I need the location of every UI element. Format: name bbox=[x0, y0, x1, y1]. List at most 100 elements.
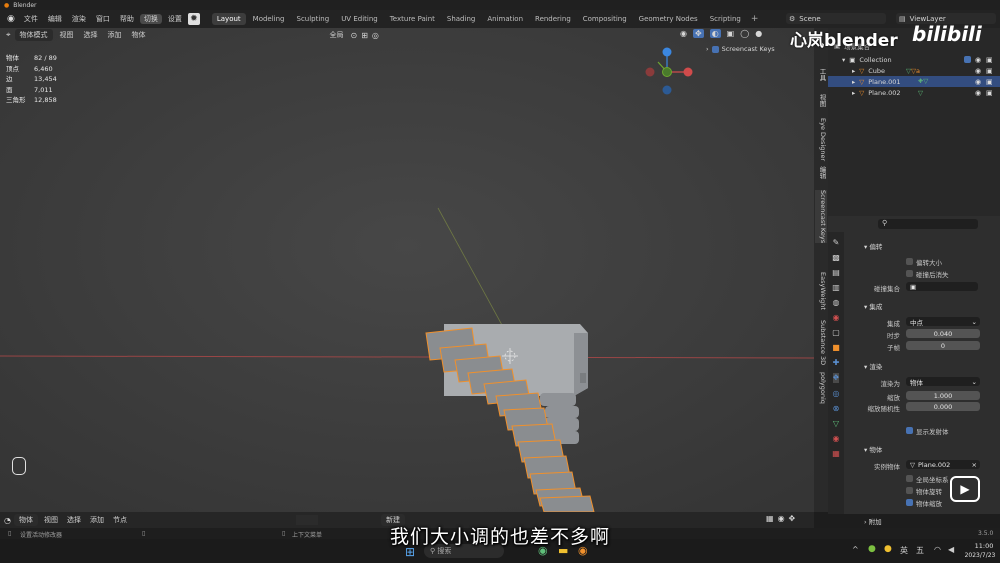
collision-collection-field[interactable]: ▣ bbox=[906, 282, 978, 291]
tab-geometry-nodes[interactable]: Geometry Nodes bbox=[634, 13, 703, 25]
particles-tab-icon[interactable]: ⛖ bbox=[832, 373, 840, 383]
blender-menu-icon[interactable]: ◉ bbox=[4, 14, 18, 24]
tab-uv-editing[interactable]: UV Editing bbox=[336, 13, 383, 25]
eye-icon[interactable]: ◉ bbox=[975, 89, 981, 97]
channel-watermark: 心岚blender bbox=[790, 31, 898, 51]
object-tab-icon[interactable]: ■ bbox=[832, 343, 840, 352]
xray-icon[interactable]: ▣ bbox=[727, 29, 735, 38]
stat-label: 顶点 bbox=[6, 64, 19, 73]
render-as-dropdown[interactable]: 物体 ⌄ bbox=[906, 377, 980, 387]
physics-tab-icon[interactable]: ◎ bbox=[833, 389, 840, 398]
tab-shading[interactable]: Shading bbox=[442, 13, 480, 25]
show-emitter-checkbox[interactable] bbox=[906, 427, 913, 434]
snap-icon[interactable]: ⊞ bbox=[361, 31, 368, 40]
collection-exclude-checkbox[interactable] bbox=[964, 56, 971, 63]
data-tab-icon[interactable]: ▽ bbox=[833, 419, 839, 428]
tab-layout[interactable]: Layout bbox=[211, 13, 246, 25]
texture-tab-icon[interactable]: ▦ bbox=[832, 449, 840, 458]
gear-icon[interactable]: ✹ bbox=[187, 13, 200, 25]
eye-icon[interactable]: ◉ bbox=[975, 78, 981, 86]
outliner-item-plane-001[interactable]: ▸ ▽ Plane.001 ⛖▽ ◉ ▣ bbox=[828, 76, 1000, 87]
mode-dropdown[interactable]: 物体模式 bbox=[14, 29, 53, 41]
tab-sculpting[interactable]: Sculpting bbox=[292, 13, 335, 25]
menu-render[interactable]: 渲染 bbox=[68, 14, 90, 24]
menu-view[interactable]: 视图 bbox=[57, 30, 77, 40]
camera-icon[interactable]: ▣ bbox=[986, 89, 993, 97]
side-tab-screencast-keys[interactable]: Screencast Keys bbox=[815, 190, 827, 244]
menu-edit[interactable]: 编辑 bbox=[44, 14, 66, 24]
section-header-render[interactable]: ▾ 渲染 bbox=[864, 361, 882, 371]
scale-field[interactable]: 1.000 bbox=[906, 391, 980, 400]
shading-solid-icon[interactable]: ● bbox=[755, 29, 762, 38]
view-layer-tab-icon[interactable]: ▥ bbox=[832, 283, 840, 292]
menu-help[interactable]: 帮助 bbox=[116, 14, 138, 24]
object-scale-checkbox[interactable] bbox=[906, 499, 913, 506]
tab-modeling[interactable]: Modeling bbox=[248, 13, 290, 25]
tool-tab-icon[interactable]: ✎ bbox=[833, 238, 840, 247]
side-tab-substance-3d[interactable]: Substance 3D bbox=[815, 320, 827, 365]
menu-select[interactable]: 选择 bbox=[81, 30, 101, 40]
3d-viewport[interactable] bbox=[0, 28, 814, 512]
substeps-field[interactable]: 0 bbox=[906, 341, 980, 350]
camera-icon[interactable]: ▣ bbox=[986, 78, 993, 86]
scene-tab-icon[interactable]: ◍ bbox=[833, 298, 840, 307]
side-tab-view[interactable]: 视图 bbox=[815, 94, 827, 107]
tab-animation[interactable]: Animation bbox=[482, 13, 528, 25]
overlay-toggle-icon[interactable]: ◐ bbox=[709, 29, 721, 38]
menu-file[interactable]: 文件 bbox=[20, 14, 42, 24]
section-header-rotation[interactable]: ▾ 偏转 bbox=[864, 241, 882, 251]
menu-object[interactable]: 物体 bbox=[129, 30, 149, 40]
render-tab-icon[interactable]: ▩ bbox=[832, 253, 840, 262]
material-tab-icon[interactable]: ◉ bbox=[833, 434, 840, 443]
deflect-size-checkbox[interactable] bbox=[906, 258, 913, 265]
tab-scripting[interactable]: Scripting bbox=[705, 13, 746, 25]
instance-object-field[interactable]: ▽ Plane.002 × bbox=[906, 460, 980, 469]
side-tab-edit[interactable]: 编辑 bbox=[815, 166, 827, 179]
clock-date[interactable]: 2023/7/23 bbox=[962, 552, 998, 559]
add-workspace-icon[interactable]: + bbox=[748, 14, 762, 24]
visibility-icon[interactable]: ◉ bbox=[680, 29, 687, 38]
menu-add[interactable]: 添加 bbox=[105, 30, 125, 40]
close-icon[interactable]: × bbox=[972, 461, 977, 469]
camera-icon[interactable]: ▣ bbox=[986, 56, 993, 64]
camera-icon[interactable]: ▣ bbox=[986, 67, 993, 75]
constraints-tab-icon[interactable]: ⊗ bbox=[833, 404, 840, 413]
screencast-keys-toggle[interactable]: › Screencast Keys bbox=[706, 45, 775, 53]
section-header-integration[interactable]: ▾ 集成 bbox=[864, 301, 882, 311]
output-tab-icon[interactable]: ▤ bbox=[832, 268, 840, 277]
die-on-hit-checkbox[interactable] bbox=[906, 270, 913, 277]
properties-search-field[interactable]: ⚲ bbox=[878, 219, 978, 229]
menu-window[interactable]: 窗口 bbox=[92, 14, 114, 24]
tab-rendering[interactable]: Rendering bbox=[530, 13, 576, 25]
shading-wireframe-icon[interactable]: ◯ bbox=[740, 29, 749, 38]
outliner-collection[interactable]: ▾ ▣ Collection ◉ ▣ bbox=[828, 54, 1000, 65]
eye-icon[interactable]: ◉ bbox=[975, 67, 981, 75]
integration-dropdown[interactable]: 中点 ⌄ bbox=[906, 317, 980, 327]
eye-icon[interactable]: ◉ bbox=[975, 56, 981, 64]
outliner-item-plane-002[interactable]: ▸ ▽ Plane.002 ▽ ◉ ▣ bbox=[828, 87, 1000, 98]
side-tab-easyweight[interactable]: EasyWeight bbox=[815, 272, 827, 310]
settings-menu[interactable]: 设置 bbox=[164, 14, 186, 24]
object-rotation-checkbox[interactable] bbox=[906, 487, 913, 494]
proportional-edit-icon[interactable]: ◎ bbox=[372, 31, 379, 40]
side-tab-eye-designer[interactable]: Eye Designer bbox=[815, 118, 827, 161]
transform-orientation-dropdown[interactable]: 全局 bbox=[327, 30, 347, 40]
side-tab-tool[interactable]: 工具 bbox=[815, 68, 827, 81]
global-coordinates-checkbox[interactable] bbox=[906, 475, 913, 482]
collection-tab-icon[interactable]: ▢ bbox=[832, 328, 840, 337]
pivot-icon[interactable]: ⊙ bbox=[351, 31, 358, 40]
screencast-checkbox[interactable] bbox=[711, 45, 719, 53]
scene-selector[interactable]: ⚙ Scene bbox=[786, 13, 886, 24]
side-tab-polygoniq[interactable]: polygoniq bbox=[815, 372, 827, 404]
outliner-item-cube[interactable]: ▸ ▽ Cube ▽▽a ◉ ▣ bbox=[828, 65, 1000, 76]
modifier-tab-icon[interactable]: ✚ bbox=[833, 358, 840, 367]
section-header-object[interactable]: ▾ 物体 bbox=[864, 444, 882, 454]
gizmo-toggle-icon[interactable]: ✥ bbox=[692, 29, 704, 38]
tab-compositing[interactable]: Compositing bbox=[578, 13, 632, 25]
timestep-field[interactable]: 0.040 bbox=[906, 329, 980, 338]
editor-type-icon[interactable]: ⌖ bbox=[6, 30, 11, 40]
switch-button[interactable]: 切换 bbox=[139, 14, 162, 24]
tab-texture-paint[interactable]: Texture Paint bbox=[385, 13, 440, 25]
world-tab-icon[interactable]: ◉ bbox=[833, 313, 840, 322]
scale-randomness-field[interactable]: 0.000 bbox=[906, 402, 980, 411]
